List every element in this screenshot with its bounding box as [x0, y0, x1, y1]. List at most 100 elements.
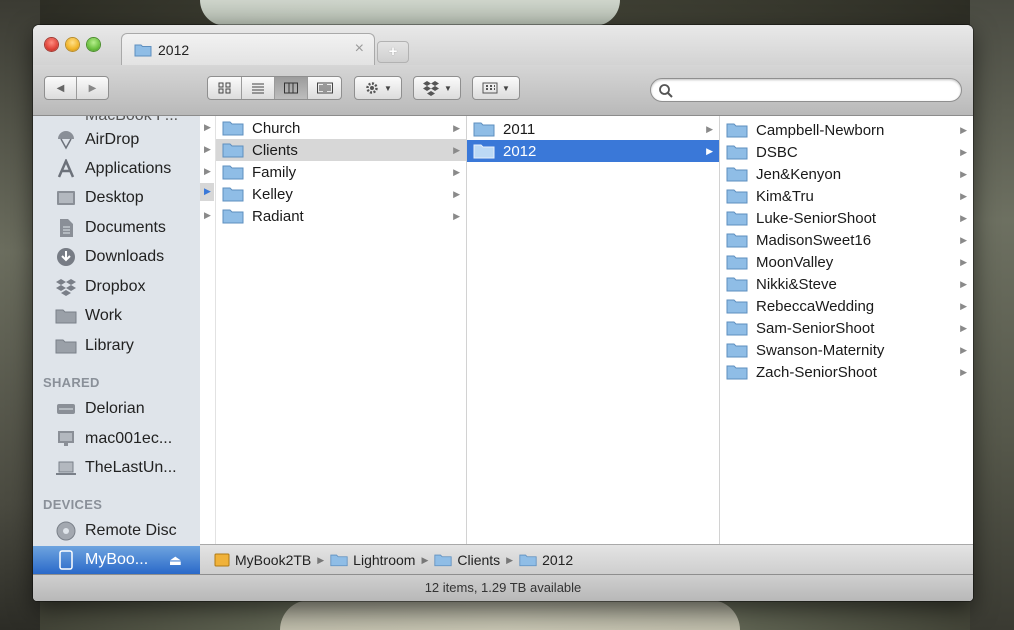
list-item-label: 2011	[503, 120, 536, 138]
disc-icon	[55, 520, 77, 542]
chevron-right-icon: ▶	[453, 144, 460, 155]
sidebar-item-applications[interactable]: Applications	[33, 155, 200, 183]
imac-icon	[55, 428, 77, 450]
path-bar: MyBook2TB ▶ Lightroom ▶ Clients ▶ 2012	[200, 544, 973, 575]
tab-title: 2012	[158, 42, 190, 58]
sidebar-item-thelastun[interactable]: TheLastUn...	[33, 454, 200, 482]
list-item[interactable]: 2011 ▶	[467, 118, 719, 140]
list-item-label: Kelley	[252, 185, 293, 203]
minimize-window-button[interactable]	[66, 38, 79, 51]
chevron-right-icon: ▶	[960, 212, 967, 223]
list-item-label: MadisonSweet16	[756, 231, 872, 249]
list-item[interactable]: 2012 ▶	[467, 140, 719, 162]
chevron-right-icon: ▶	[317, 554, 325, 565]
coverflow-icon	[316, 82, 333, 94]
path-item-lightroom[interactable]: Lightroom	[330, 552, 415, 568]
list-item-label: Sam-SeniorShoot	[756, 319, 875, 337]
laptop-icon	[55, 457, 77, 479]
list-view-button[interactable]	[242, 77, 275, 99]
sidebar-item-airdrop[interactable]: AirDrop	[33, 126, 200, 154]
list-item-label: Swanson-Maternity	[756, 341, 885, 359]
tab-close-icon[interactable]: ×	[355, 40, 364, 58]
list-item[interactable]: Radiant ▶	[216, 205, 466, 227]
list-item-label: Church	[252, 119, 301, 137]
list-item[interactable]: Sam-SeniorShoot ▶	[720, 317, 973, 339]
gear-icon	[366, 82, 378, 94]
list-item[interactable]: Family ▶	[216, 161, 466, 183]
list-item-label: MoonValley	[756, 253, 834, 271]
list-item[interactable]: Jen&Kenyon ▶	[720, 163, 973, 185]
forward-button[interactable]: ▶	[77, 77, 108, 99]
column-view-button[interactable]	[275, 77, 308, 99]
list-item[interactable]: MadisonSweet16 ▶	[720, 229, 973, 251]
sidebar-item-documents[interactable]: Documents	[33, 214, 200, 242]
sidebar-item-label: Documents	[85, 219, 166, 236]
airdrop-icon	[55, 129, 77, 151]
back-button[interactable]: ◀	[45, 77, 77, 99]
sidebar-item-label: Desktop	[85, 189, 144, 206]
chevron-down-icon: ▼	[502, 83, 510, 93]
sidebar-item-mac001ec[interactable]: mac001ec...	[33, 425, 200, 453]
sidebar-item-remote-disc[interactable]: Remote Disc	[33, 517, 200, 545]
list-item[interactable]: DSBC ▶	[720, 141, 973, 163]
search-field[interactable]	[650, 78, 962, 102]
close-window-button[interactable]	[45, 38, 58, 51]
search-input[interactable]	[677, 81, 951, 101]
folder-icon	[726, 188, 748, 204]
path-item-clients[interactable]: Clients	[434, 552, 500, 568]
eject-icon[interactable]: ⏏	[169, 552, 182, 569]
list-item[interactable]: Kim&Tru ▶	[720, 185, 973, 207]
folder-icon	[726, 364, 748, 380]
list-item[interactable]: Kelley ▶	[216, 183, 466, 205]
list-item[interactable]: Nikki&Steve ▶	[720, 273, 973, 295]
folder-icon	[473, 121, 495, 137]
chevron-right-icon: ▶	[960, 278, 967, 289]
list-item[interactable]: Zach-SeniorShoot ▶	[720, 361, 973, 383]
chevron-right-icon: ▶	[960, 168, 967, 179]
path-item-2012[interactable]: 2012	[519, 552, 573, 568]
chevron-right-icon: ▶	[204, 186, 211, 196]
chevron-right-icon: ▶	[506, 554, 514, 565]
folder-icon	[726, 276, 748, 292]
chevron-right-icon: ▶	[706, 145, 713, 156]
list-item[interactable]: Clients ▶	[216, 139, 466, 161]
column-2: 2011 ▶ 2012 ▶	[467, 116, 720, 544]
folder-icon	[55, 335, 77, 357]
folder-icon	[134, 43, 152, 62]
list-item-label: Zach-SeniorShoot	[756, 363, 877, 381]
dropbox-menu-button[interactable]: ▼	[413, 76, 461, 100]
sidebar-item-mybook[interactable]: MyBoo... ⏏	[33, 546, 200, 574]
sidebar-item-downloads[interactable]: Downloads	[33, 243, 200, 271]
tab-2012[interactable]: 2012 ×	[121, 33, 375, 66]
folder-icon	[726, 232, 748, 248]
folder-icon	[222, 120, 244, 136]
list-item[interactable]: MoonValley ▶	[720, 251, 973, 273]
list-item[interactable]: Swanson-Maternity ▶	[720, 339, 973, 361]
title-bar[interactable]: 2012 × +	[33, 25, 973, 66]
list-item[interactable]: Luke-SeniorShoot ▶	[720, 207, 973, 229]
sidebar-item-desktop[interactable]: Desktop	[33, 184, 200, 212]
path-item-mybook2tb[interactable]: MyBook2TB	[214, 552, 311, 568]
list-item[interactable]: Campbell-Newborn ▶	[720, 119, 973, 141]
zoom-window-button[interactable]	[87, 38, 100, 51]
list-item[interactable]: RebeccaWedding ▶	[720, 295, 973, 317]
sidebar-item-delorian[interactable]: Delorian	[33, 395, 200, 423]
forward-arrow-icon: ▶	[88, 82, 97, 94]
folder-icon	[55, 305, 77, 327]
sidebar-item-label: AirDrop	[85, 131, 140, 148]
list-item-label: Radiant	[252, 207, 304, 225]
action-menu-button[interactable]: ▼	[354, 76, 402, 100]
folder-icon	[222, 208, 244, 224]
new-tab-button[interactable]: +	[377, 41, 409, 63]
sidebar-item-label: TheLastUn...	[85, 459, 177, 476]
icon-view-button[interactable]	[208, 77, 242, 99]
sidebar-item-label: MacBook P...	[85, 116, 178, 125]
sidebar-item-label: Dropbox	[85, 278, 146, 295]
coverflow-view-button[interactable]	[308, 77, 341, 99]
list-item[interactable]: Church ▶	[216, 117, 466, 139]
sidebar-item-work[interactable]: Work	[33, 302, 200, 330]
sidebar-item-library[interactable]: Library	[33, 332, 200, 360]
arrange-menu-button[interactable]: ▼	[472, 76, 520, 100]
sidebar-item-dropbox[interactable]: Dropbox	[33, 273, 200, 301]
columns-icon	[284, 82, 298, 94]
